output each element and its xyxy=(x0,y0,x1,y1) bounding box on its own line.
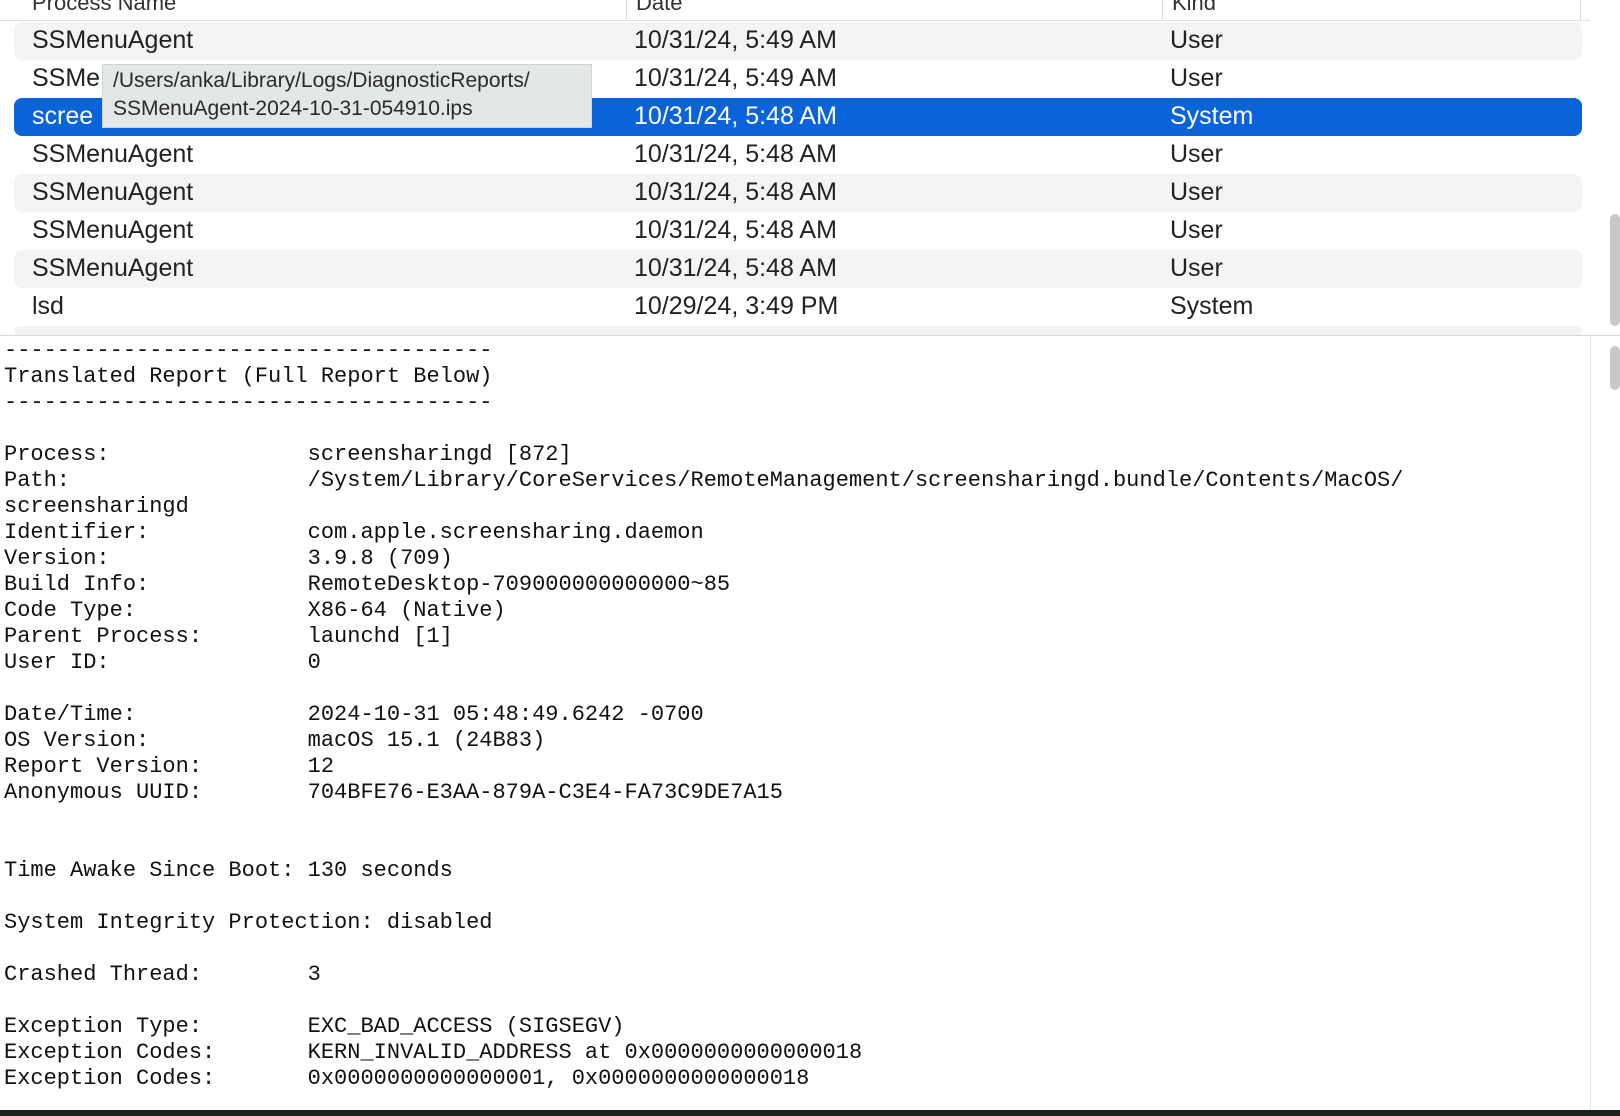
process-name-cell: SSMe xyxy=(32,64,101,92)
column-header-bar: Process Name Date Kind xyxy=(0,0,1590,21)
date-cell: 10/31/24, 5:48 AM xyxy=(634,178,837,206)
date-cell: 10/31/24, 5:49 AM xyxy=(634,26,837,54)
process-name-cell: SSMenuAgent xyxy=(32,26,194,54)
kind-cell: User xyxy=(1170,140,1223,168)
kind-cell: User xyxy=(1170,64,1223,92)
process-name-cell: lsd xyxy=(32,292,64,320)
process-name-cell: SSMenuAgent xyxy=(32,178,194,206)
tooltip-line: /Users/anka/Library/Logs/DiagnosticRepor… xyxy=(113,69,530,92)
date-cell: 10/31/24, 5:48 AM xyxy=(634,254,837,282)
table-row[interactable]: SSMenuAgent 10/31/24, 5:48 AM User xyxy=(14,212,1582,250)
file-path-tooltip: /Users/anka/Library/Logs/DiagnosticRepor… xyxy=(102,64,592,128)
process-name-cell: SSMenuAgent xyxy=(32,216,194,244)
kind-cell: System xyxy=(1170,102,1254,130)
table-row[interactable]: lsd 10/29/24, 3:49 PM System xyxy=(14,288,1582,326)
report-scroll-track xyxy=(1590,336,1591,1110)
column-separator[interactable] xyxy=(1580,0,1581,20)
report-view[interactable]: ------------------------------------- Tr… xyxy=(0,336,1620,1110)
list-scrollbar-thumb[interactable] xyxy=(1610,214,1620,326)
tooltip-line: SSMenuAgent-2024-10-31-054910.ips xyxy=(113,97,473,120)
table-row[interactable]: SSMenuAgent 10/31/24, 5:49 AM User xyxy=(14,22,1582,60)
date-cell: 10/31/24, 5:48 AM xyxy=(634,140,837,168)
kind-cell: System xyxy=(1170,292,1254,320)
crash-report-list: Process Name Date Kind SSMenuAgent 10/31… xyxy=(0,0,1620,336)
column-separator[interactable] xyxy=(1162,0,1163,20)
date-cell: 10/29/24, 3:49 PM xyxy=(634,292,839,320)
column-header-date[interactable]: Date xyxy=(636,0,682,16)
kind-cell: User xyxy=(1170,254,1223,282)
column-separator[interactable] xyxy=(626,0,627,20)
table-row[interactable]: SSMenuAgent 10/31/24, 5:48 AM User xyxy=(14,250,1582,288)
process-name-cell: SSMenuAgent xyxy=(32,140,194,168)
column-header-process-name[interactable]: Process Name xyxy=(32,0,176,16)
kind-cell: User xyxy=(1170,216,1223,244)
process-name-cell: scree xyxy=(32,102,94,130)
date-cell: 10/31/24, 5:49 AM xyxy=(634,64,837,92)
process-name-cell: SSMenuAgent xyxy=(32,254,194,282)
crash-report-text[interactable]: ------------------------------------- Tr… xyxy=(4,338,1403,1092)
window-bottom-edge xyxy=(0,1110,1620,1116)
kind-cell: User xyxy=(1170,178,1223,206)
table-row[interactable]: SSMenuAgent 10/31/24, 5:48 AM User xyxy=(14,136,1582,174)
date-cell: 10/31/24, 5:48 AM xyxy=(634,216,837,244)
date-cell: 10/31/24, 5:48 AM xyxy=(634,102,837,130)
column-header-kind[interactable]: Kind xyxy=(1172,0,1216,16)
report-scrollbar-thumb[interactable] xyxy=(1610,346,1620,390)
table-row[interactable]: SSMenuAgent 10/31/24, 5:48 AM User xyxy=(14,174,1582,212)
kind-cell: User xyxy=(1170,26,1223,54)
